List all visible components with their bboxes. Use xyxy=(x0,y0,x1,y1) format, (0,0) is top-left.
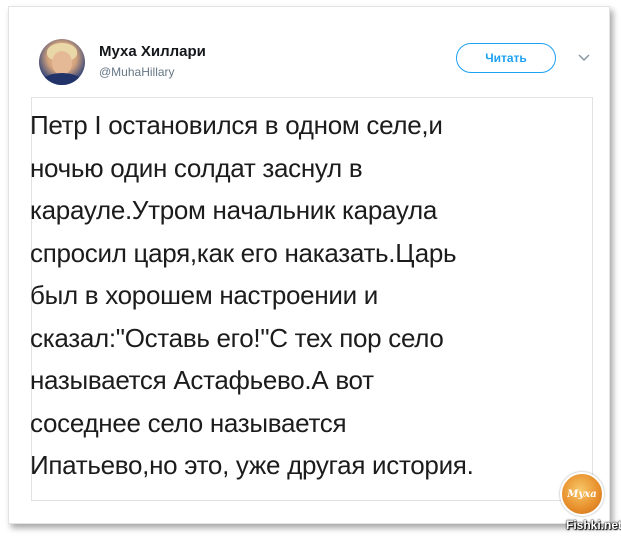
tweet-text-line: Петр I остановился в одном селе,и xyxy=(30,110,443,140)
tweet-text-line: Ипатьево,но это, уже другая история. xyxy=(30,450,474,480)
chevron-down-icon[interactable] xyxy=(577,53,591,63)
watermark-site: Fishki.net xyxy=(566,518,621,532)
author-name[interactable]: Муха Хиллари xyxy=(99,43,206,60)
tweet-text-line: сказал:"Оставь его!"С тех пор село xyxy=(30,322,444,353)
follow-button[interactable]: Читать xyxy=(456,43,556,73)
author-handle[interactable]: @MuhaHillary xyxy=(99,65,175,79)
tweet-text-line: карауле.Утром начальник караула xyxy=(30,195,438,225)
watermark-logo: Муха xyxy=(560,472,604,516)
watermark-logo-text: Муха xyxy=(567,488,597,500)
tweet-header: Муха Хиллари @MuhaHillary Читать xyxy=(9,7,609,97)
tweet-text-line: соседнее село называется xyxy=(30,407,347,438)
avatar-shoulders xyxy=(41,73,83,85)
avatar[interactable] xyxy=(39,39,85,85)
avatar-face xyxy=(52,51,72,75)
tweet-text-line: спросил царя,как его наказать.Царь xyxy=(30,237,457,268)
tweet-text-line: называется Астафьево.А вот xyxy=(30,365,374,395)
tweet-text: Петр I остановился в одном селе,и ночью … xyxy=(30,104,582,487)
tweet-text-line: ночью один солдат заснул в xyxy=(30,152,363,183)
tweet-text-line: был в хорошем настроении и xyxy=(30,280,378,310)
